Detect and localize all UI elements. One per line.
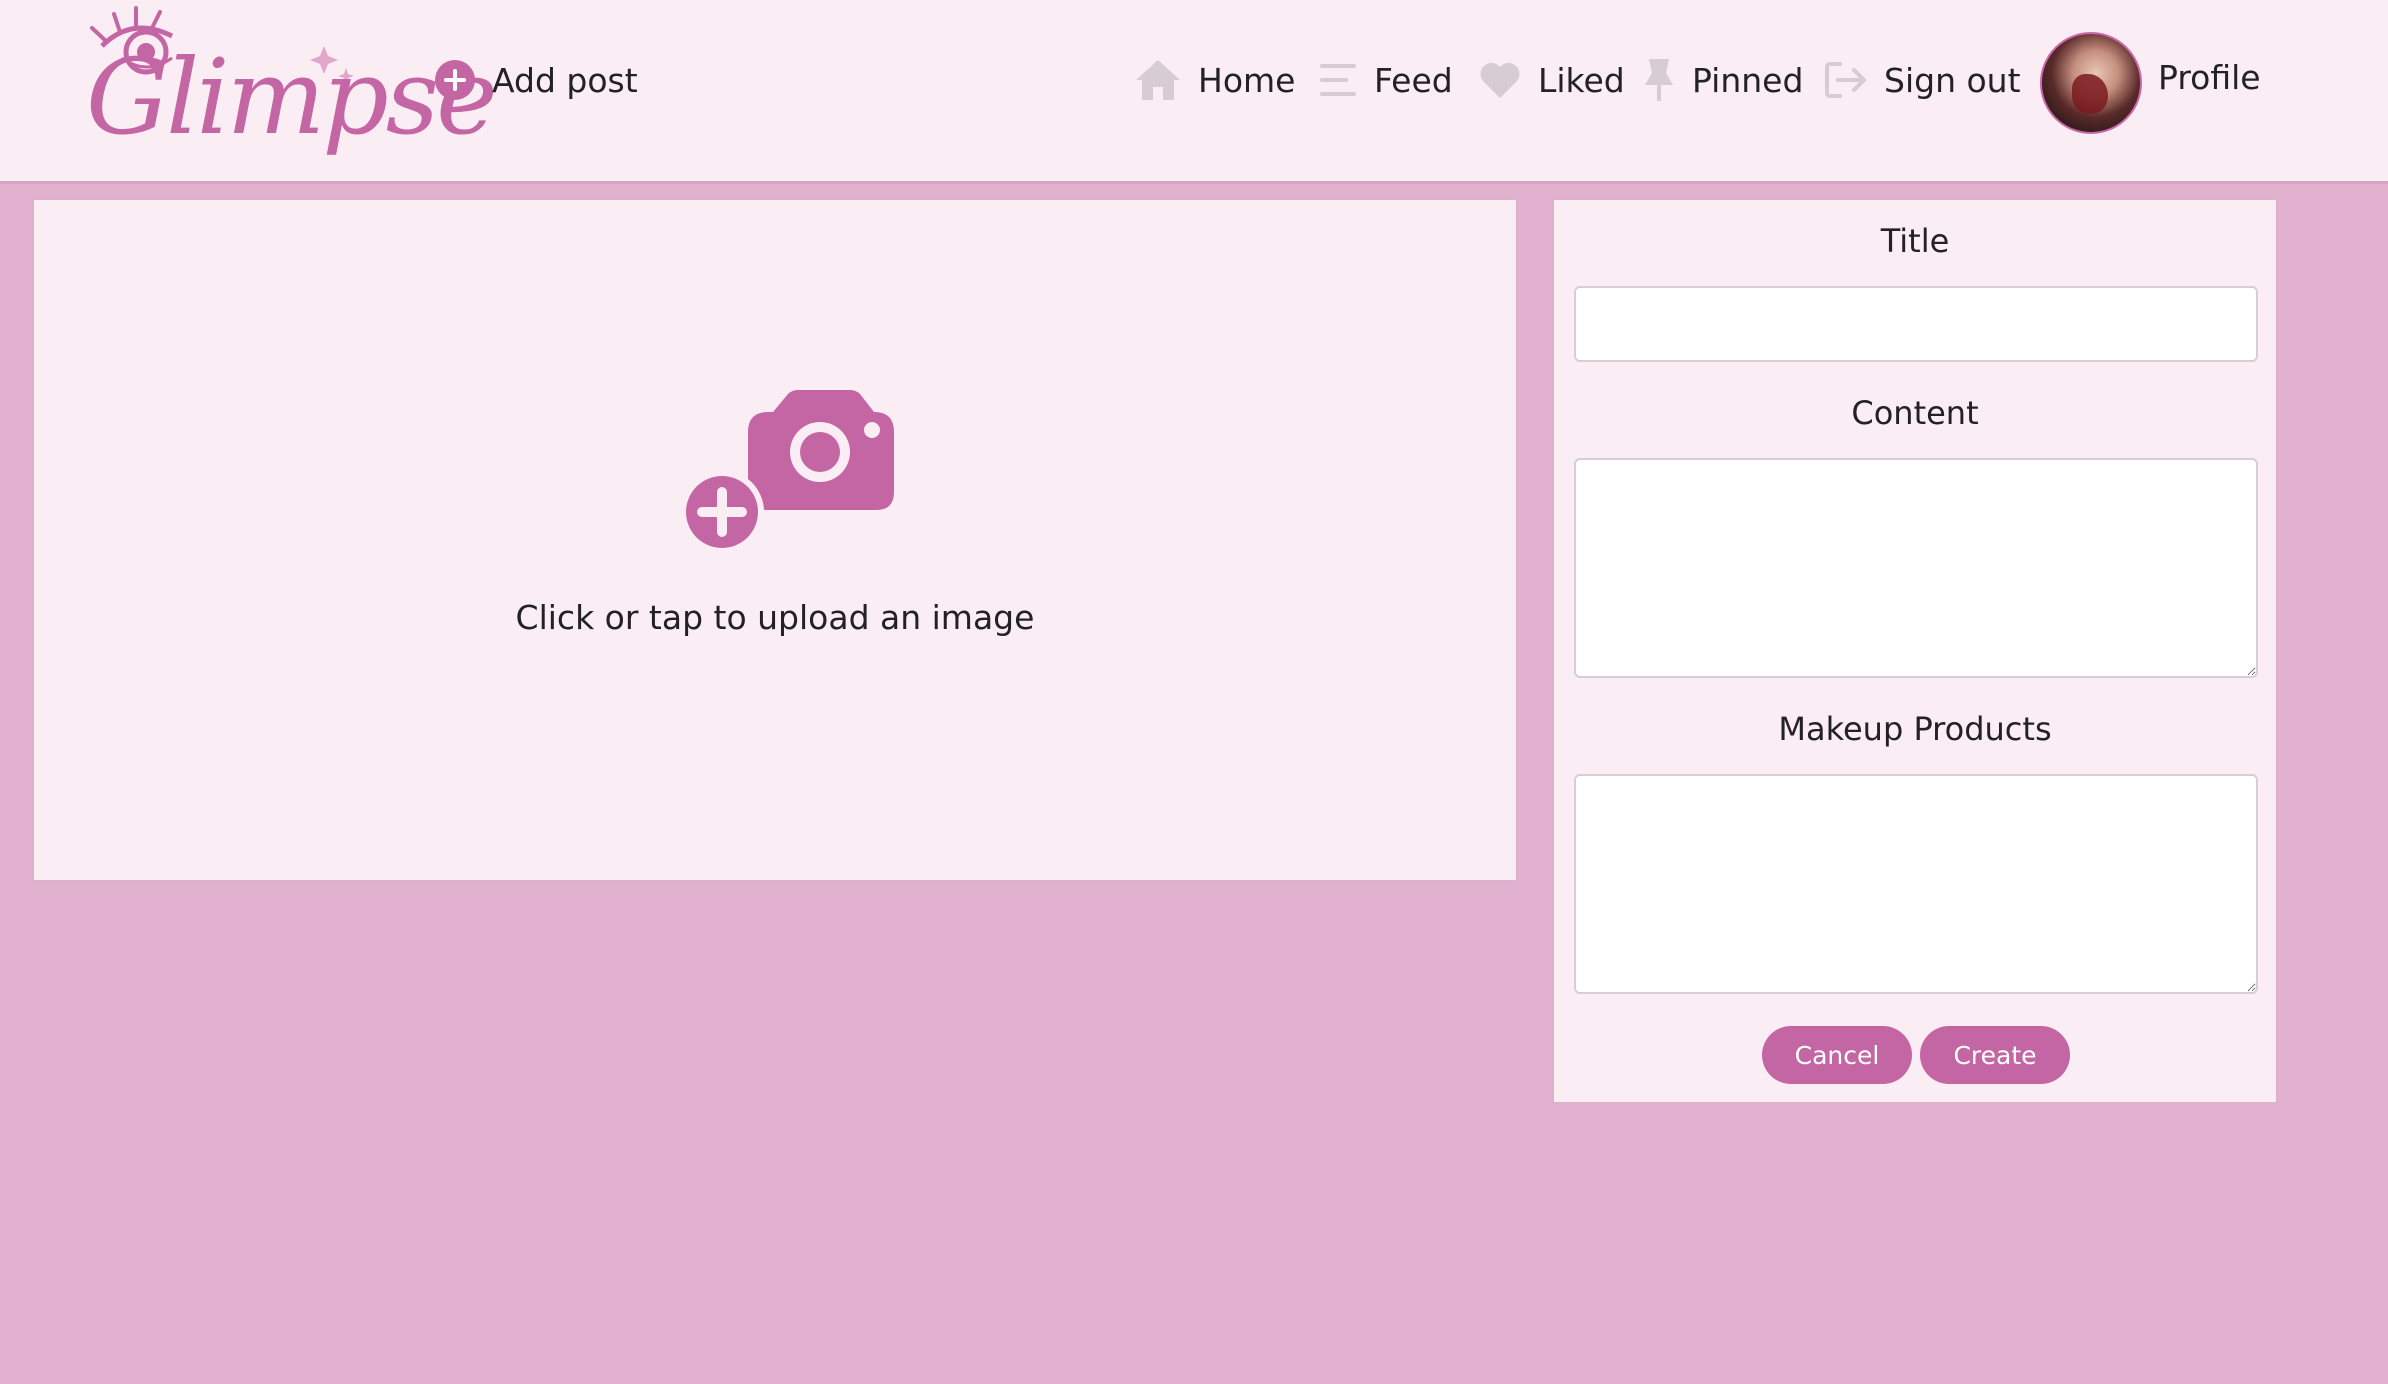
nav-profile-label[interactable]: Profile [2158, 58, 2261, 97]
cancel-button[interactable]: Cancel [1762, 1026, 1912, 1084]
heart-icon [1480, 62, 1520, 98]
nav-sign-out[interactable]: Sign out [1824, 52, 2021, 108]
makeup-products-textarea[interactable] [1574, 774, 2258, 994]
nav-liked[interactable]: Liked [1478, 52, 1625, 108]
add-post-label: Add post [492, 60, 638, 100]
content-label: Content [1851, 394, 1979, 432]
image-upload-area[interactable]: Click or tap to upload an image [32, 198, 1518, 882]
title-label: Title [1880, 222, 1950, 260]
nav-pinned-label: Pinned [1692, 60, 1804, 100]
nav-feed-label: Feed [1374, 60, 1453, 100]
upload-prompt: Click or tap to upload an image [515, 598, 1035, 637]
feed-icon [1320, 64, 1356, 96]
nav-pinned[interactable]: Pinned [1642, 52, 1803, 108]
pin-icon [1645, 59, 1673, 101]
create-button[interactable]: Create [1920, 1026, 2070, 1084]
title-input[interactable] [1574, 286, 2258, 362]
nav-feed[interactable]: Feed [1318, 52, 1453, 108]
nav-liked-label: Liked [1538, 60, 1625, 100]
nav-home-label: Home [1198, 60, 1296, 100]
nav-home[interactable]: Home [1134, 52, 1295, 108]
home-icon [1136, 60, 1180, 100]
glimpse-logo[interactable]: Glimpse [62, 6, 498, 166]
nav-sign-out-label: Sign out [1884, 60, 2021, 100]
content-textarea[interactable] [1574, 458, 2258, 678]
add-post-button[interactable]: Add post [434, 52, 638, 108]
sign-out-icon [1825, 62, 1866, 98]
create-post-form: Title Content Makeup Products Cancel Cre… [1552, 198, 2278, 1104]
makeup-products-label: Makeup Products [1778, 710, 2052, 748]
camera-plus-icon [680, 390, 894, 552]
avatar[interactable] [2040, 32, 2142, 134]
avatar-detail [2072, 74, 2108, 114]
plus-circle-icon [435, 60, 475, 100]
top-navigation-bar: Glimpse Add post Home Feed Liked Pinned … [0, 0, 2388, 184]
